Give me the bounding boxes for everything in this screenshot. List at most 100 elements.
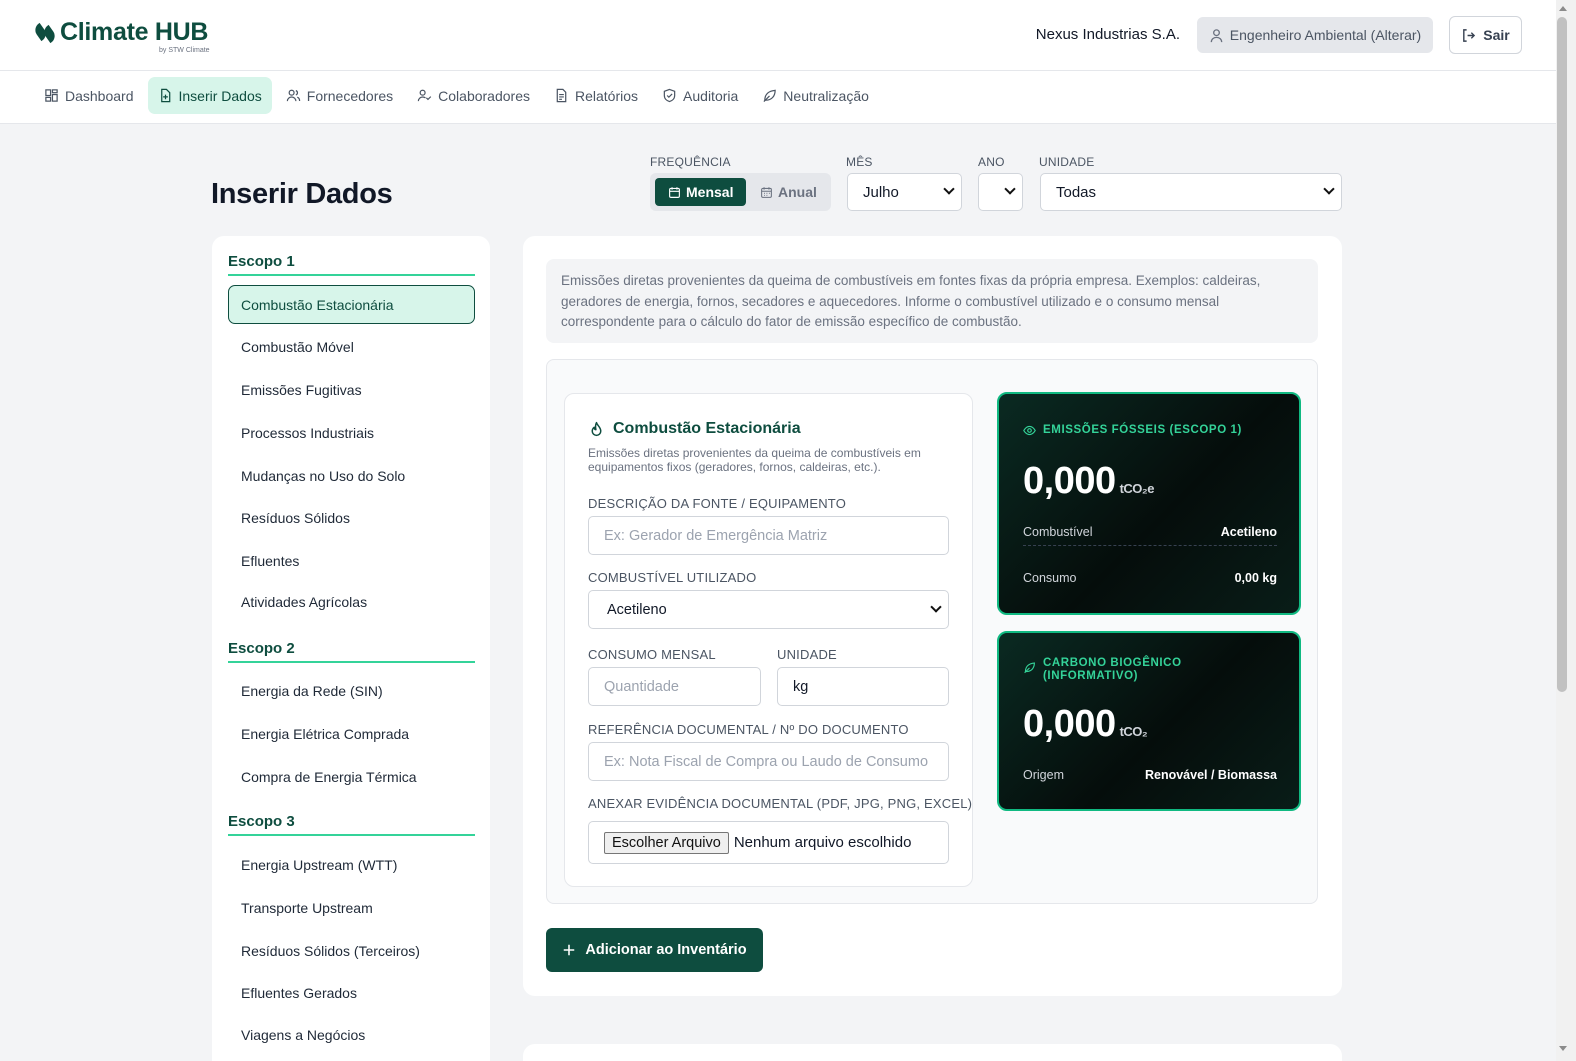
shield-icon [663, 88, 676, 103]
consumption-label: CONSUMO MENSAL [588, 647, 716, 662]
add-to-inventory-button[interactable]: Adicionar ao Inventário [546, 928, 763, 972]
sidebar-item-energia-termica[interactable]: Compra de Energia Térmica [228, 757, 475, 796]
sidebar-item-energia-rede[interactable]: Energia da Rede (SIN) [228, 671, 475, 710]
frequency-label: FREQUÊNCIA [650, 155, 731, 169]
sidebar-item-energia-eletrica[interactable]: Energia Elétrica Comprada [228, 714, 475, 753]
sidebar-item-residuos-terceiros[interactable]: Resíduos Sólidos (Terceiros) [228, 931, 475, 970]
sidebar-item-viagens-negocios[interactable]: Viagens a Negócios [228, 1015, 475, 1054]
fossil-emissions-value: 0,000 tCO₂e [1023, 460, 1154, 503]
biogenic-carbon-value: 0,000 tCO₂ [1023, 703, 1148, 746]
nav-dashboard[interactable]: Dashboard [34, 77, 144, 114]
source-input[interactable]: Ex: Gerador de Emergência Matriz [588, 516, 949, 555]
form-title-text: Combustão Estacionária [613, 420, 801, 437]
sidebar-item-transporte-upstream[interactable]: Transporte Upstream [228, 888, 475, 927]
main-nav: Dashboard Inserir Dados Fornecedores Col… [0, 71, 1556, 124]
nav-neutralizacao[interactable]: Neutralização [752, 77, 879, 114]
add-button-label: Adicionar ao Inventário [585, 942, 747, 958]
nav-label: Neutralização [783, 87, 869, 104]
leaf-icon [1024, 662, 1035, 674]
unit-value: Todas [1056, 183, 1097, 201]
scroll-up-icon[interactable] [1559, 6, 1567, 11]
user-check-icon [417, 89, 432, 102]
flame-icon [591, 421, 602, 436]
frequency-monthly-button[interactable]: Mensal [655, 178, 747, 206]
sidebar-item-combustao-estacionaria[interactable]: Combustão Estacionária [228, 285, 475, 324]
sidebar-item-processos-industriais[interactable]: Processos Industriais [228, 413, 475, 452]
role-switch-button[interactable]: Engenheiro Ambiental (Alterar) [1197, 17, 1433, 53]
choose-file-button[interactable]: Escolher Arquivo [604, 831, 729, 854]
frequency-toggle: Mensal Anual [650, 173, 831, 211]
frequency-annual-label: Anual [778, 184, 817, 200]
nav-colaboradores[interactable]: Colaboradores [407, 77, 540, 114]
divider [1023, 545, 1277, 546]
fossil-value-unit: tCO₂e [1119, 481, 1155, 496]
sidebar-item-energia-upstream[interactable]: Energia Upstream (WTT) [228, 845, 475, 884]
consumption-input[interactable]: Quantidade [588, 667, 761, 706]
sidebar-item-efluentes[interactable]: Efluentes [228, 541, 475, 580]
top-header: Climate HUB by STW Climate Nexus Industr… [0, 0, 1556, 71]
nav-label: Auditoria [683, 87, 739, 104]
fuel-select[interactable]: Acetileno [588, 590, 949, 629]
biogenic-card-title: CARBONO BIOGÊNICO (INFORMATIVO) [1043, 657, 1182, 682]
calendar-grid-icon [761, 186, 772, 198]
logout-icon [1463, 28, 1476, 42]
sidebar-item-atividades-agricolas[interactable]: Atividades Agrícolas [228, 582, 475, 621]
frequency-annual-button[interactable]: Anual [747, 178, 830, 206]
biogenic-value-number: 0,000 [1023, 703, 1116, 745]
scroll-down-icon[interactable] [1559, 1046, 1567, 1051]
nav-auditoria[interactable]: Auditoria [652, 77, 748, 114]
scrollbar-thumb[interactable] [1557, 17, 1567, 692]
app-logo[interactable]: Climate HUB by STW Climate [32, 18, 210, 54]
frequency-monthly-label: Mensal [686, 184, 734, 200]
document-ref-label: REFERÊNCIA DOCUMENTAL / Nº DO DOCUMENTO [588, 722, 909, 737]
unit-select[interactable]: Todas [1040, 173, 1342, 211]
nav-label: Inserir Dados [178, 87, 262, 104]
fossil-fuel-key: Combustível [1023, 525, 1093, 539]
grid-icon [45, 89, 58, 102]
sidebar-item-efluentes-gerados[interactable]: Efluentes Gerados [228, 973, 475, 1012]
chevron-down-icon [930, 601, 942, 613]
sidebar-item-emissoes-fugitivas[interactable]: Emissões Fugitivas [228, 370, 475, 409]
logout-button[interactable]: Sair [1449, 16, 1522, 54]
fossil-consumption-row: Consumo 0,00 kg [1023, 571, 1277, 585]
nav-inserir-dados[interactable]: Inserir Dados [147, 77, 272, 114]
scope1-title: Escopo 1 [228, 253, 475, 276]
fossil-fuel-row: Combustível Acetileno [1023, 525, 1277, 539]
form-title: Combustão Estacionária [588, 420, 801, 438]
sidebar-item-residuos-solidos[interactable]: Resíduos Sólidos [228, 498, 475, 537]
category-info-box: Emissões diretas provenientes da queima … [546, 259, 1318, 343]
month-value: Julho [863, 183, 899, 201]
nav-fornecedores[interactable]: Fornecedores [276, 77, 403, 114]
sidebar-item-combustao-movel[interactable]: Combustão Móvel [228, 327, 475, 366]
fossil-consumption-value: 0,00 kg [1234, 571, 1277, 585]
fossil-card-title: EMISSÕES FÓSSEIS (ESCOPO 1) [1043, 424, 1242, 436]
data-entry-panel: Emissões diretas provenientes da queima … [523, 236, 1342, 996]
entry-section: Combustão Estacionária Emissões diretas … [546, 359, 1318, 904]
biogenic-origin-key: Origem [1023, 768, 1064, 782]
year-select[interactable] [978, 173, 1023, 211]
month-select[interactable]: Julho [847, 173, 962, 211]
unit-label: UNIDADE [1039, 155, 1095, 169]
plus-icon [564, 944, 575, 956]
year-label: ANO [978, 155, 1005, 169]
company-name: Nexus Industrias S.A. [1035, 26, 1180, 43]
scope2-title: Escopo 2 [228, 640, 475, 663]
document-ref-input[interactable]: Ex: Nota Fiscal de Compra ou Laudo de Co… [588, 742, 949, 781]
document-icon [556, 88, 567, 103]
chevron-down-icon [943, 183, 955, 195]
sidebar-item-uso-do-solo[interactable]: Mudanças no Uso do Solo [228, 456, 475, 495]
source-label: DESCRIÇÃO DA FONTE / EQUIPAMENTO [588, 496, 847, 511]
eye-icon [1023, 425, 1036, 436]
attachment-label: ANEXAR EVIDÊNCIA DOCUMENTAL (PDF, JPG, P… [588, 796, 973, 811]
consumption-unit-input[interactable]: kg [777, 667, 949, 706]
logo-mark-icon [32, 22, 58, 44]
nav-relatorios[interactable]: Relatórios [544, 77, 648, 114]
form-description: Emissões diretas provenientes da queima … [588, 446, 921, 474]
month-label: MÊS [846, 155, 873, 169]
scope3-title: Escopo 3 [228, 813, 475, 836]
biogenic-value-unit: tCO₂ [1119, 724, 1148, 739]
fossil-fuel-value: Acetileno [1220, 525, 1277, 539]
nav-label: Dashboard [65, 87, 134, 104]
biogenic-origin-value: Renovável / Biomassa [1144, 768, 1277, 782]
fossil-emissions-card: EMISSÕES FÓSSEIS (ESCOPO 1) 0,000 tCO₂e C… [997, 392, 1301, 615]
